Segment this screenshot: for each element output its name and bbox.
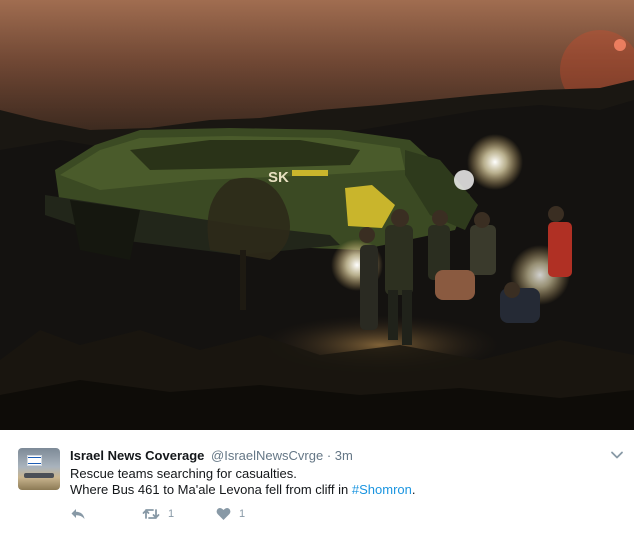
tweet-card: Israel News Coverage @IsraelNewsCvrge · … bbox=[0, 430, 634, 536]
reply-button[interactable] bbox=[70, 506, 86, 522]
tweet-line-2-text: Where Bus 461 to Ma'ale Levona fell from… bbox=[70, 482, 352, 497]
separator: · bbox=[326, 448, 332, 463]
like-button[interactable]: 1 bbox=[216, 506, 245, 522]
chevron-down-icon[interactable] bbox=[610, 448, 624, 462]
tweet-line-1: Rescue teams searching for casualties. bbox=[70, 466, 297, 481]
retweet-icon bbox=[142, 509, 160, 519]
user-handle[interactable]: @IsraelNewsCvrge bbox=[211, 448, 323, 463]
bus-crash-scene: SK bbox=[0, 0, 634, 430]
heart-icon bbox=[216, 508, 231, 520]
bus-logo: SK bbox=[268, 169, 289, 186]
like-count: 1 bbox=[239, 508, 246, 520]
retweet-button[interactable]: 1 bbox=[142, 506, 174, 522]
news-photo[interactable]: SK bbox=[0, 0, 634, 430]
tweet-header: Israel News Coverage @IsraelNewsCvrge · … bbox=[70, 448, 353, 464]
tweet-line-2-end: . bbox=[411, 482, 416, 497]
timestamp[interactable]: 3m bbox=[335, 448, 353, 463]
retweet-count: 1 bbox=[168, 508, 175, 520]
airplane-icon bbox=[24, 473, 54, 478]
floodlight-glow bbox=[467, 134, 523, 190]
tweet-line-2: Where Bus 461 to Ma'ale Levona fell from… bbox=[70, 482, 416, 498]
hashtag-link[interactable]: #Shomron bbox=[352, 482, 412, 497]
display-name[interactable]: Israel News Coverage bbox=[70, 448, 204, 463]
tweet-text: Rescue teams searching for casualties. W… bbox=[70, 466, 416, 498]
reply-icon bbox=[71, 509, 85, 519]
avatar[interactable] bbox=[18, 448, 60, 490]
israel-flag-icon bbox=[27, 455, 42, 466]
